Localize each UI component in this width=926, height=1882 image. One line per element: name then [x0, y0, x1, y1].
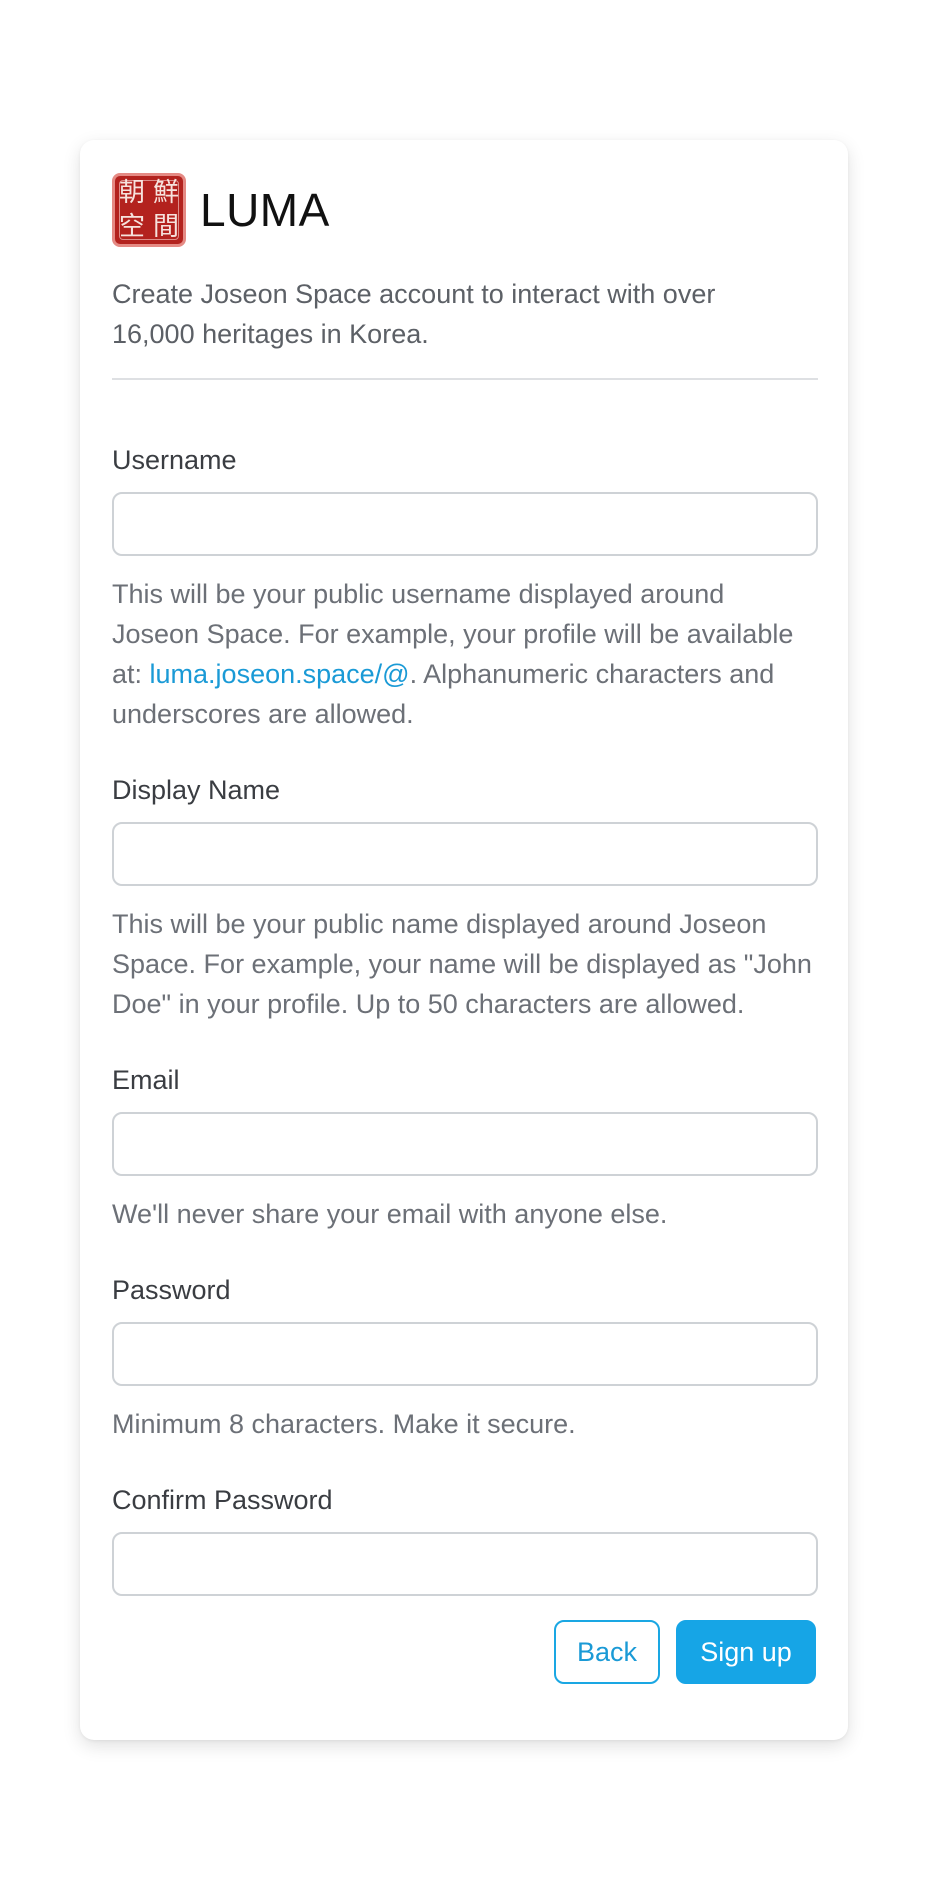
logo-glyph: 空	[118, 212, 145, 242]
password-input[interactable]	[112, 1322, 818, 1386]
email-group: Email We'll never share your email with …	[112, 1060, 818, 1234]
sign-up-button[interactable]: Sign up	[676, 1620, 816, 1684]
confirm-password-group: Confirm Password	[112, 1480, 818, 1596]
page: 朝 鮮 空 間 LUMA Create Joseon Space account…	[0, 0, 926, 1882]
logo-glyph: 朝	[118, 178, 145, 208]
app-name: LUMA	[200, 184, 330, 236]
divider	[112, 378, 818, 380]
tagline: Create Joseon Space account to interact …	[112, 279, 716, 349]
username-label: Username	[112, 445, 237, 475]
password-label: Password	[112, 1275, 231, 1305]
joseon-seal-logo: 朝 鮮 空 間	[112, 173, 186, 247]
confirm-password-label: Confirm Password	[112, 1485, 333, 1515]
username-input[interactable]	[112, 492, 818, 556]
email-input[interactable]	[112, 1112, 818, 1176]
logo-glyph: 鮮	[152, 178, 179, 208]
display-name-label: Display Name	[112, 775, 281, 805]
display-name-input[interactable]	[112, 822, 818, 886]
email-help: We'll never share your email with anyone…	[112, 1199, 668, 1229]
back-button[interactable]: Back	[554, 1620, 660, 1684]
password-group: Password Minimum 8 characters. Make it s…	[112, 1270, 818, 1444]
profile-url-link[interactable]: luma.joseon.space/@	[150, 659, 410, 689]
username-help: This will be your public username displa…	[112, 574, 818, 734]
brand-header: 朝 鮮 空 間 LUMA	[112, 172, 816, 248]
password-help: Minimum 8 characters. Make it secure.	[112, 1409, 576, 1439]
display-name-help: This will be your public name displayed …	[112, 909, 812, 1019]
confirm-password-input[interactable]	[112, 1532, 818, 1596]
form-actions: Back Sign up	[554, 1620, 816, 1684]
display-name-group: Display Name This will be your public na…	[112, 770, 818, 1024]
logo-glyph: 間	[152, 212, 179, 242]
email-label: Email	[112, 1065, 180, 1095]
username-group: Username This will be your public userna…	[112, 440, 818, 734]
signup-card: 朝 鮮 空 間 LUMA Create Joseon Space account…	[80, 140, 848, 1740]
